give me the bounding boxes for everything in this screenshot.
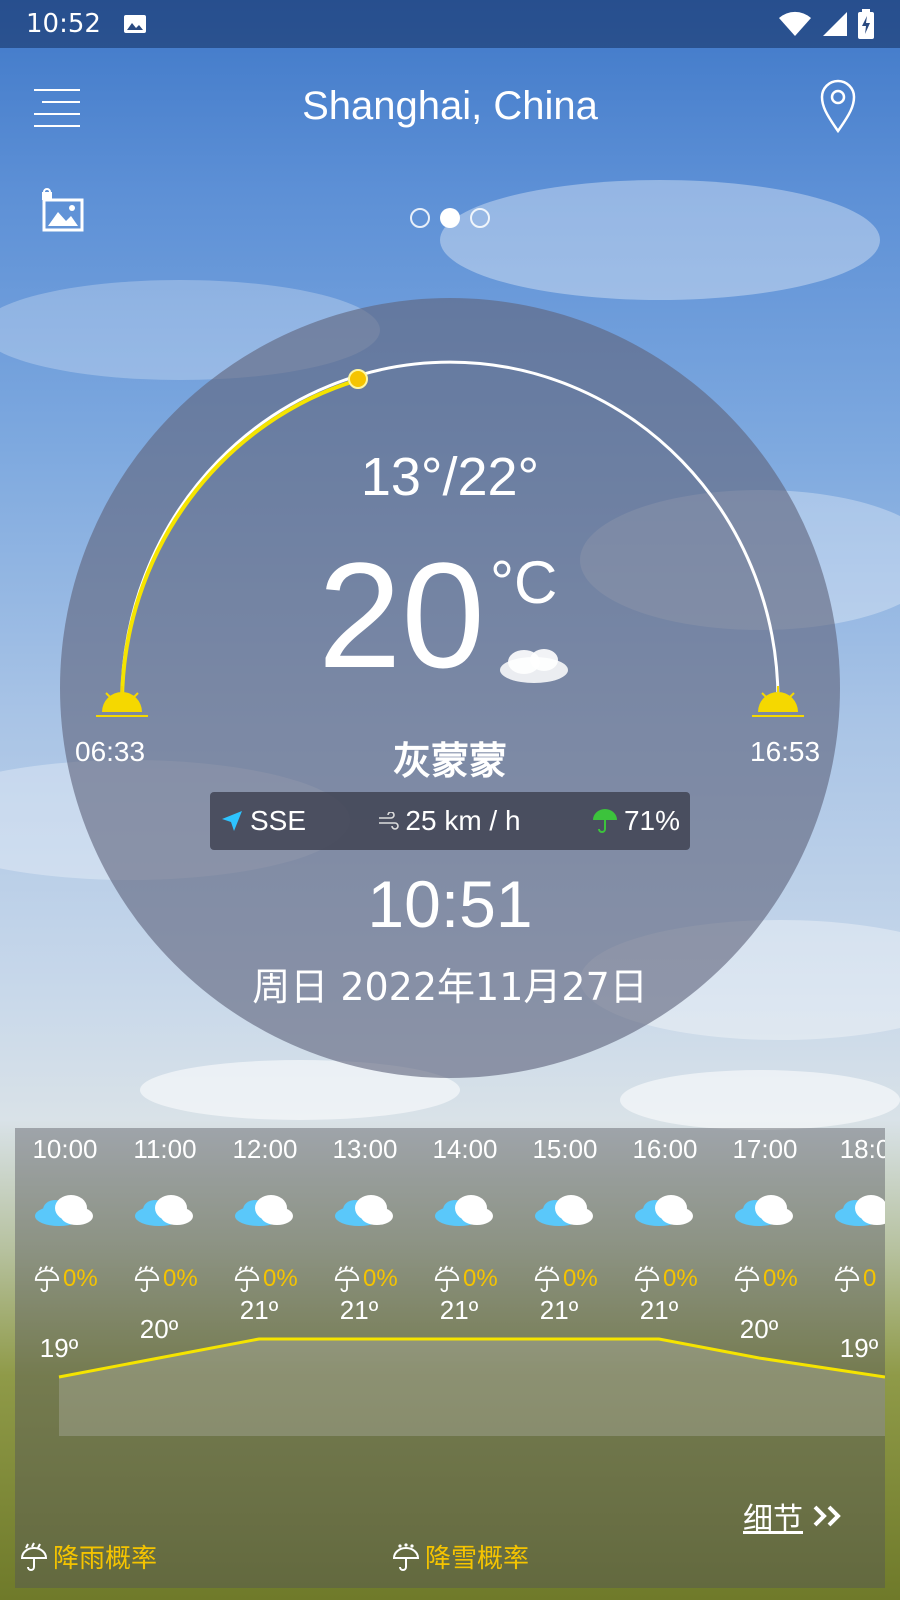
hour-rain-label: 0% xyxy=(263,1265,298,1292)
temperature-unit: °C xyxy=(490,549,558,616)
hourly-forecast[interactable]: 10:00 0% 19º 11:00 0% 20º 12:00 0% 21º 13:00 0% 21º… xyxy=(15,1128,885,1588)
hour-rain-label: 0% xyxy=(463,1265,498,1292)
precipitation-label: 71% xyxy=(623,805,680,836)
partly-cloudy-icon xyxy=(735,1195,793,1226)
wind-direction-icon xyxy=(222,811,242,831)
conditions-bar: SSE 25 km / h 71% xyxy=(210,792,690,850)
hour-rain-chance: 0% xyxy=(633,1264,698,1294)
hour-temperature: 20º xyxy=(139,1314,179,1344)
hour-time: 16:00 xyxy=(632,1134,698,1164)
hour-temperature: 21º xyxy=(639,1295,679,1325)
hour-temperature: 21º xyxy=(539,1295,579,1325)
double-chevron-right-icon xyxy=(813,1505,841,1527)
current-date: 周日 2022年11月27日 xyxy=(252,965,648,1009)
hour-rain-label: 0% xyxy=(363,1265,398,1292)
hour-temperature: 21º xyxy=(439,1295,479,1325)
hour-rain-label: 0% xyxy=(163,1265,198,1292)
hour-temperature: 21º xyxy=(239,1295,279,1325)
hour-rain-label: 0% xyxy=(63,1265,98,1292)
partly-cloudy-icon xyxy=(435,1195,493,1226)
rain-umbrella-icon xyxy=(20,1542,48,1571)
hour-temperature: 19º xyxy=(839,1333,879,1363)
partly-cloudy-icon xyxy=(535,1195,593,1226)
battery-icon xyxy=(858,9,874,39)
current-time: 10:51 xyxy=(367,867,533,941)
current-temperature: 20 xyxy=(318,531,485,699)
hour-rain-chance: 0% xyxy=(33,1264,98,1294)
image-notification-icon xyxy=(123,15,146,33)
hour-rain-label: 0% xyxy=(763,1265,798,1292)
wind-direction-label: SSE xyxy=(250,805,307,836)
legend-rain-label: 降雨概率 xyxy=(53,1544,158,1574)
hour-time: 18:0 xyxy=(839,1134,885,1164)
haze-cloud-icon xyxy=(500,649,568,683)
partly-cloudy-icon xyxy=(835,1195,885,1226)
hour-time: 17:00 xyxy=(732,1134,798,1164)
rain-umbrella-icon xyxy=(34,1265,60,1292)
rain-umbrella-icon xyxy=(134,1265,160,1292)
app-header: Shanghai, China xyxy=(0,60,900,160)
hour-rain-chance: 0% xyxy=(233,1264,298,1294)
rain-umbrella-icon xyxy=(434,1265,460,1292)
rain-umbrella-icon xyxy=(634,1265,660,1292)
hour-rain-chance: 0% xyxy=(733,1264,798,1294)
partly-cloudy-icon xyxy=(35,1195,93,1226)
partly-cloudy-icon xyxy=(635,1195,693,1226)
snow-umbrella-icon xyxy=(392,1542,420,1571)
page-indicator xyxy=(0,208,900,228)
page-dot-active[interactable] xyxy=(440,208,460,228)
partly-cloudy-icon xyxy=(235,1195,293,1226)
hour-rain-chance: 0% xyxy=(133,1264,198,1294)
page-dot[interactable] xyxy=(410,208,430,228)
weather-condition: 灰蒙蒙 xyxy=(392,739,507,783)
wifi-icon xyxy=(779,11,811,36)
hour-time: 11:00 xyxy=(133,1134,197,1164)
wind-speed: 25 km / h xyxy=(377,805,521,837)
hour-temperature: 20º xyxy=(739,1314,779,1344)
wind-direction: SSE xyxy=(220,805,306,837)
hour-time: 15:00 xyxy=(532,1134,598,1164)
wind-icon xyxy=(379,812,400,830)
page-title: Shanghai, China xyxy=(302,84,598,128)
rain-umbrella-icon xyxy=(234,1265,260,1292)
umbrella-icon xyxy=(592,809,617,833)
temp-range: 13°/22° xyxy=(360,447,540,507)
hour-temperature: 19º xyxy=(39,1333,79,1363)
status-bar: 10:52 xyxy=(0,0,900,48)
rain-umbrella-icon xyxy=(834,1265,860,1292)
rain-umbrella-icon xyxy=(534,1265,560,1292)
legend-snow: 降雪概率 xyxy=(391,1538,529,1575)
hour-time: 10:00 xyxy=(32,1134,98,1164)
hour-rain-chance: 0% xyxy=(433,1264,498,1294)
hour-rain-label: 0% xyxy=(563,1265,598,1292)
partly-cloudy-icon xyxy=(335,1195,393,1226)
status-time: 10:52 xyxy=(26,9,101,39)
wind-speed-label: 25 km / h xyxy=(405,805,521,836)
hour-rain-chance: 0% xyxy=(533,1264,598,1294)
hour-rain-chance: 0 xyxy=(833,1264,876,1294)
rain-umbrella-icon xyxy=(334,1265,360,1292)
hour-time: 12:00 xyxy=(232,1134,298,1164)
legend-rain: 降雨概率 xyxy=(19,1538,157,1575)
hour-time: 14:00 xyxy=(432,1134,498,1164)
signal-icon xyxy=(823,12,847,36)
details-label: 细节 xyxy=(743,1502,803,1537)
rain-umbrella-icon xyxy=(734,1265,760,1292)
page-dot[interactable] xyxy=(470,208,490,228)
precipitation: 71% xyxy=(592,805,680,837)
hour-rain-label: 0% xyxy=(663,1265,698,1292)
details-link[interactable]: 细节 xyxy=(743,1494,845,1538)
hour-rain-label: 0 xyxy=(863,1265,877,1292)
partly-cloudy-icon xyxy=(135,1195,193,1226)
legend-snow-label: 降雪概率 xyxy=(425,1544,530,1574)
hour-rain-chance: 0% xyxy=(333,1264,398,1294)
location-pin-icon[interactable] xyxy=(818,78,858,134)
hour-time: 13:00 xyxy=(332,1134,398,1164)
hour-temperature: 21º xyxy=(339,1295,379,1325)
